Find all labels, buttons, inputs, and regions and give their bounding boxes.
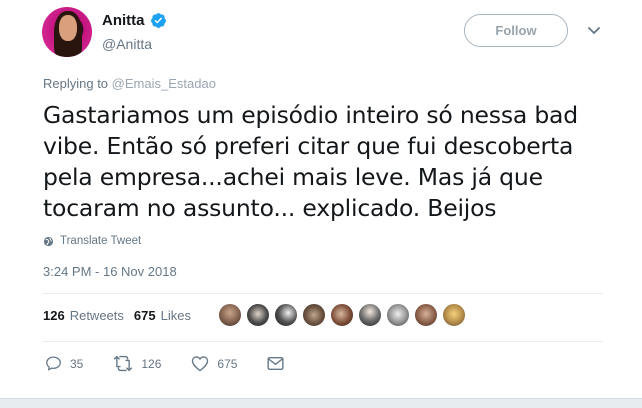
replying-to-link[interactable]: @Emais_Estadao [112, 76, 216, 91]
reply-count: 35 [70, 356, 84, 371]
liker-avatar[interactable] [330, 303, 354, 327]
retweet-count: 126 [141, 356, 162, 371]
divider [43, 293, 603, 294]
likes-stat[interactable]: 675 Likes [134, 308, 191, 323]
user-handle[interactable]: @Anitta [102, 36, 152, 52]
liker-avatar[interactable] [274, 303, 298, 327]
retweet-icon [114, 355, 133, 372]
like-button[interactable]: 675 [191, 355, 237, 372]
direct-message-button[interactable] [267, 356, 292, 371]
likes-label: Likes [160, 308, 191, 323]
replying-to: Replying to @Emais_Estadao [43, 76, 216, 91]
tweet-text: Gastariamos um episódio inteiro só nessa… [43, 101, 578, 222]
tweet-actions: 35 126 675 [45, 355, 322, 372]
liker-avatar[interactable] [218, 303, 242, 327]
verified-badge-icon [150, 13, 166, 28]
retweets-stat[interactable]: 126 Retweets [43, 308, 124, 323]
follow-button[interactable]: Follow [464, 14, 568, 47]
avatar-face [59, 15, 77, 41]
translate-tweet[interactable]: Translate Tweet [43, 235, 141, 247]
replying-to-label: Replying to [43, 76, 109, 91]
liker-avatar[interactable] [386, 303, 410, 327]
globe-icon [43, 236, 54, 246]
tweet-timestamp[interactable]: 3:24 PM - 16 Nov 2018 [43, 264, 177, 279]
like-count: 675 [217, 356, 238, 371]
heart-icon [192, 356, 209, 372]
reply-icon [46, 356, 61, 371]
liker-avatar[interactable] [302, 303, 326, 327]
liker-avatar[interactable] [246, 303, 270, 327]
envelope-icon [267, 357, 284, 370]
retweets-label: Retweets [69, 308, 124, 323]
liker-avatars [218, 303, 470, 327]
likes-count: 675 [133, 308, 156, 323]
translate-label[interactable]: Translate Tweet [60, 235, 141, 247]
divider [43, 341, 603, 342]
reply-button[interactable]: 35 [45, 355, 83, 372]
chevron-down-icon[interactable] [586, 24, 602, 38]
retweet-button[interactable]: 126 [113, 355, 161, 372]
tweet-stats: 126 Retweets 675 Likes [43, 308, 191, 323]
retweets-count: 126 [43, 308, 65, 323]
user-name-row: Anitta [102, 12, 167, 29]
liker-avatar[interactable] [414, 303, 438, 327]
user-name[interactable]: Anitta [102, 12, 145, 29]
liker-avatar[interactable] [358, 303, 382, 327]
liker-avatar[interactable] [442, 303, 466, 327]
user-avatar[interactable] [42, 7, 92, 57]
bottom-bar [0, 398, 642, 408]
